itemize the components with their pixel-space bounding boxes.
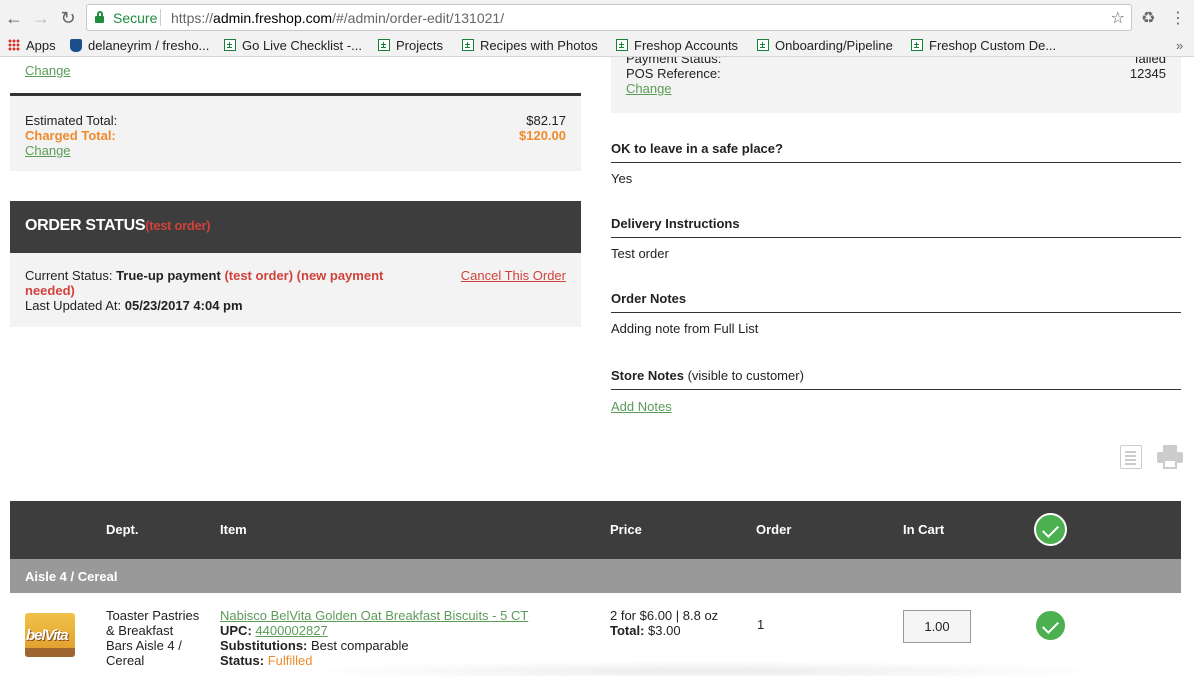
reload-icon[interactable]: ↻	[58, 8, 78, 28]
store-notes-heading: Store Notes (visible to customer)	[611, 368, 1181, 390]
address-bar[interactable]: Secure https://admin.freshop.com/#/admin…	[86, 4, 1132, 31]
bookmark-go-live[interactable]: Go Live Checklist -...	[224, 38, 362, 53]
sheets-icon	[462, 39, 474, 51]
payment-summary: Payment Status: failed POS Reference: 12…	[611, 57, 1181, 113]
list-view-icon[interactable]	[1120, 445, 1142, 469]
col-price[interactable]: Price	[610, 522, 642, 537]
substitution-value: Best comparable	[311, 638, 409, 653]
order-edit-page: Change Estimated Total: $82.17 Charged T…	[0, 57, 1194, 676]
change-payment-link[interactable]: Change	[626, 81, 672, 96]
safe-place-heading: OK to leave in a safe place?	[611, 141, 1181, 163]
bookmark-star-icon[interactable]: ☆	[1111, 8, 1125, 28]
sheets-icon	[911, 39, 923, 51]
charged-total-label: Charged Total:	[25, 128, 116, 143]
sheets-icon	[616, 39, 628, 51]
bookmarks-overflow-icon[interactable]: »	[1176, 38, 1183, 53]
bookmark-apps[interactable]: Apps	[8, 38, 56, 53]
product-name-link[interactable]: Nabisco BelVita Golden Oat Breakfast Bis…	[220, 608, 528, 623]
in-cart-quantity-input[interactable]: 1.00	[903, 610, 971, 643]
sheets-icon	[224, 39, 236, 51]
bookmarks-bar: Apps delaneyrim / fresho... Go Live Chec…	[0, 36, 1194, 56]
extension-recycle-icon[interactable]: ♻	[1141, 8, 1155, 28]
sheets-icon	[378, 39, 390, 51]
product-image[interactable]: belVita	[25, 613, 75, 657]
row-dept: Toaster Pastries & Breakfast Bars Aisle …	[106, 608, 200, 668]
secure-label: Secure	[113, 10, 158, 26]
delivery-instructions-value: Test order	[611, 246, 669, 261]
url-text[interactable]: https://admin.freshop.com/#/admin/order-…	[171, 10, 504, 26]
upc-link[interactable]: 4400002827	[255, 623, 327, 638]
aisle-group-label: Aisle 4 / Cereal	[25, 569, 118, 584]
charged-total-value: $120.00	[519, 128, 566, 143]
change-charged-total-link[interactable]: Change	[25, 143, 71, 158]
bookmark-projects[interactable]: Projects	[378, 38, 443, 53]
bookmark-recipes[interactable]: Recipes with Photos	[462, 38, 598, 53]
lock-icon	[95, 11, 104, 23]
items-table-header: Dept. Item Price Order In Cart	[10, 501, 1181, 559]
pos-reference-value: 12345	[1129, 66, 1166, 81]
url-divider	[160, 9, 161, 26]
payment-status-label: Payment Status:	[626, 57, 722, 66]
col-item[interactable]: Item	[220, 522, 247, 537]
apps-grid-icon	[8, 39, 20, 51]
current-status: Current Status: True-up payment (test or…	[25, 268, 384, 298]
order-status-body: Current Status: True-up payment (test or…	[10, 253, 581, 327]
delivery-instructions-heading: Delivery Instructions	[611, 216, 1181, 238]
bottom-shadow	[290, 661, 1120, 676]
estimated-total-label: Estimated Total:	[25, 113, 118, 128]
back-arrow-icon[interactable]: ←	[4, 8, 24, 28]
bookmark-freshop-accounts[interactable]: Freshop Accounts	[616, 38, 738, 53]
payment-status-value: failed	[1134, 57, 1166, 66]
item-fulfilled-check-icon[interactable]	[1034, 609, 1067, 642]
order-notes-heading: Order Notes	[611, 291, 1181, 313]
cancel-order-link[interactable]: Cancel This Order	[461, 268, 566, 283]
order-notes-value: Adding note from Full List	[611, 321, 759, 336]
print-icon[interactable]	[1157, 445, 1183, 469]
col-dept[interactable]: Dept.	[106, 522, 139, 537]
order-status-header: ORDER STATUS(test order)	[10, 201, 581, 253]
row-price: 2 for $6.00 | 8.8 oz Total: $3.00	[610, 608, 719, 638]
last-updated: Last Updated At: 05/23/2017 4:04 pm	[25, 298, 243, 313]
row-order-qty: 1	[757, 617, 765, 632]
aisle-group-header: Aisle 4 / Cereal	[10, 559, 1181, 593]
bookmark-github[interactable]: delaneyrim / fresho...	[70, 38, 209, 53]
safe-place-value: Yes	[611, 171, 633, 186]
bookmark-onboarding[interactable]: Onboarding/Pipeline	[757, 38, 893, 53]
col-order[interactable]: Order	[756, 522, 791, 537]
totals-summary: Estimated Total: $82.17 Charged Total: $…	[10, 93, 581, 171]
github-icon	[70, 39, 82, 52]
test-order-tag: (test order)	[145, 218, 211, 233]
estimated-total-value: $82.17	[526, 113, 566, 128]
forward-arrow-icon[interactable]: →	[31, 8, 51, 28]
browser-chrome: ← → ↻ Secure https://admin.freshop.com/#…	[0, 0, 1194, 57]
row-item: Nabisco BelVita Golden Oat Breakfast Bis…	[220, 608, 529, 668]
add-notes-link[interactable]: Add Notes	[611, 399, 672, 414]
order-status-title: ORDER STATUS(test order)	[25, 217, 211, 234]
sheets-icon	[757, 39, 769, 51]
change-link-top[interactable]: Change	[25, 63, 71, 78]
browser-menu-icon[interactable]: ⋮	[1170, 8, 1186, 28]
col-in-cart[interactable]: In Cart	[903, 522, 944, 537]
bookmark-custom-de[interactable]: Freshop Custom De...	[911, 38, 1056, 53]
pos-reference-label: POS Reference:	[626, 66, 721, 81]
check-all-icon[interactable]	[1034, 513, 1067, 546]
